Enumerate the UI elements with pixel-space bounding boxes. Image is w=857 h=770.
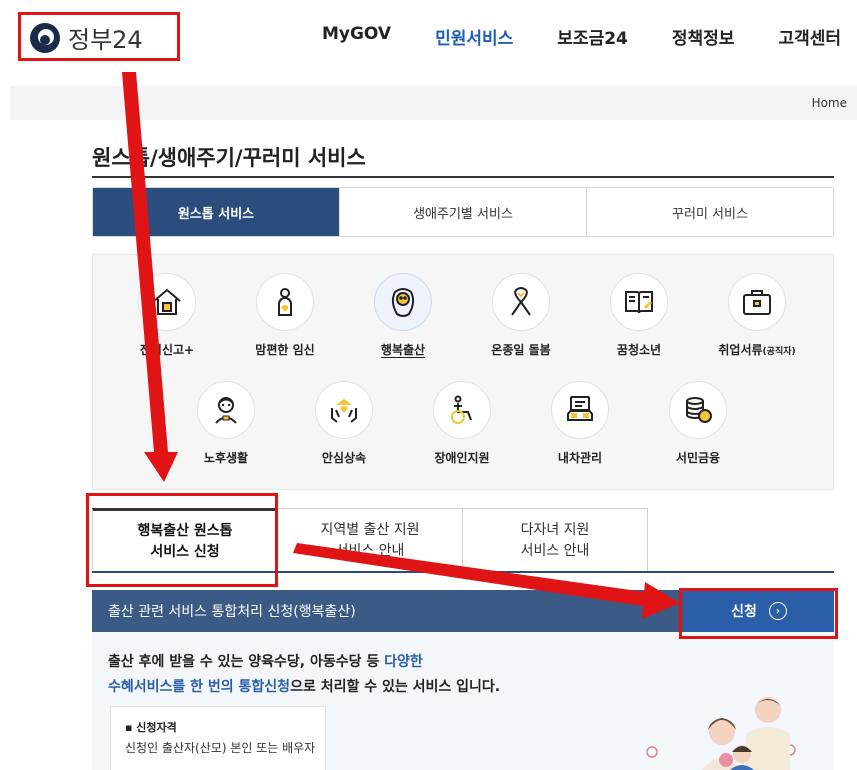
service-label: 서민금융 [675, 451, 721, 465]
tab-onestop[interactable]: 원스톱 서비스 [93, 188, 339, 236]
service-label: 취업서류(공직자) [718, 343, 796, 357]
hands-icon [315, 381, 373, 439]
service-elderly[interactable]: 노후생활 [167, 381, 285, 466]
service-icon-panel: 전입신고+ 맘편한 임신 행복출산 온종일 돌봄 꿈청소년 취업서류(공직자) [92, 254, 834, 490]
service-inheritance[interactable]: 안심상속 [285, 381, 403, 466]
car-icon [551, 381, 609, 439]
ribbon-icon [492, 273, 550, 331]
qualification-text: 신청인 출산자(산모) 본인 또는 배우자 [125, 741, 316, 755]
service-all-day-care[interactable]: 온종일 돌봄 [462, 273, 580, 358]
wheelchair-icon [433, 381, 491, 439]
service-pregnancy[interactable]: 맘편한 임신 [226, 273, 344, 358]
annotation-tab-box [86, 493, 278, 587]
service-move-in[interactable]: 전입신고+ [108, 273, 226, 358]
baby-icon [374, 273, 432, 331]
page-title: 원스톱/생애주기/꾸러미 서비스 [92, 146, 366, 170]
service-label: 노후생활 [203, 451, 249, 465]
service-youth[interactable]: 꿈청소년 [580, 273, 698, 358]
breadcrumb: Home [10, 86, 857, 120]
breadcrumb-home[interactable]: Home [812, 96, 847, 110]
tab-lifecycle[interactable]: 생애주기별 서비스 [339, 188, 586, 236]
service-label: 꿈청소년 [616, 343, 662, 357]
service-disability[interactable]: 장애인지원 [403, 381, 521, 466]
main-nav: MyGOV 민원서비스 보조금24 정책정보 고객센터 [278, 24, 841, 49]
tab-label-line2: 서비스 안내 [520, 542, 590, 559]
tab-package[interactable]: 꾸러미 서비스 [586, 188, 833, 236]
service-label: 온종일 돌봄 [491, 343, 551, 357]
tab-label-line1: 지역별 출산 지원 [320, 521, 420, 538]
service-finance[interactable]: 서민금융 [639, 381, 757, 466]
pregnant-icon [256, 273, 314, 331]
briefcase-icon [728, 273, 786, 331]
tab-label-line1: 다자녀 지원 [520, 521, 590, 538]
service-label: 안심상속 [321, 451, 367, 465]
service-label: 행복출산 [380, 343, 426, 357]
desc-text: 출산 후에 받을 수 있는 양육수당, 아동수당 등 [108, 654, 385, 670]
qualification-title: ▪ 신청자격 [125, 721, 177, 734]
service-description: 출산 후에 받을 수 있는 양육수당, 아동수당 등 다양한 수혜서비스를 한 … [108, 650, 500, 699]
service-label: 전입신고+ [139, 343, 195, 357]
desc-text: 으로 처리할 수 있는 서비스 입니다. [290, 678, 501, 695]
service-label: 맘편한 임신 [255, 343, 315, 357]
title-divider [92, 176, 834, 178]
nav-subsidy24[interactable]: 보조금24 [557, 24, 628, 49]
elder-icon [197, 381, 255, 439]
service-happy-birth[interactable]: 행복출산 [344, 273, 462, 358]
service-my-car[interactable]: 내차관리 [521, 381, 639, 466]
nav-customer-center[interactable]: 고객센터 [778, 24, 841, 49]
desc-highlight: 수혜서비스를 한 번의 통합신청 [108, 678, 291, 695]
service-employment-docs[interactable]: 취업서류(공직자) [698, 273, 816, 358]
house-icon [138, 273, 196, 331]
nav-mygov[interactable]: MyGOV [322, 24, 391, 49]
tab-regional-support[interactable]: 지역별 출산 지원서비스 안내 [277, 508, 463, 572]
coins-icon [669, 381, 727, 439]
nav-civil-service[interactable]: 민원서비스 [435, 24, 513, 49]
service-label: 내차관리 [557, 451, 603, 465]
book-icon [610, 273, 668, 331]
banner-title: 출산 관련 서비스 통합처리 신청(행복출산) [108, 604, 356, 620]
service-label: 장애인지원 [434, 451, 490, 465]
tab-label-line2: 서비스 안내 [335, 542, 405, 559]
annotation-apply-box [679, 588, 838, 639]
service-type-tabs: 원스톱 서비스 생애주기별 서비스 꾸러미 서비스 [92, 187, 834, 237]
desc-highlight: 다양한 [384, 654, 423, 670]
tab-multichild-support[interactable]: 다자녀 지원서비스 안내 [462, 508, 648, 572]
service-description-area: 출산 후에 받을 수 있는 양육수당, 아동수당 등 다양한 수혜서비스를 한 … [92, 632, 834, 770]
family-illustration [646, 697, 796, 770]
qualification-box: ▪ 신청자격 신청인 출산자(산모) 본인 또는 배우자 [110, 706, 326, 770]
nav-policy-info[interactable]: 정책정보 [672, 24, 735, 49]
